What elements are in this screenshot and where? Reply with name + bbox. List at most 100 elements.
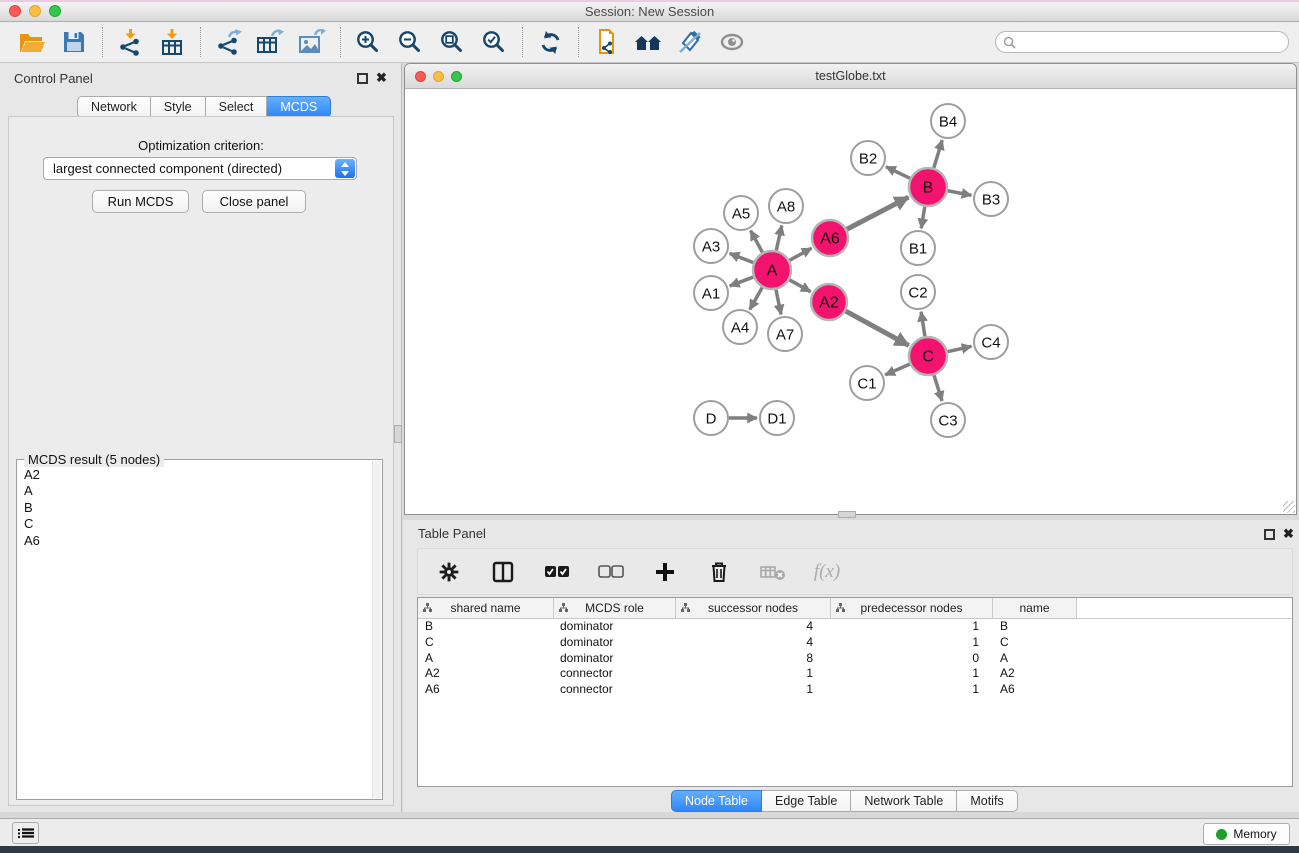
graph-edge-B-B2[interactable] bbox=[886, 167, 910, 179]
mcds-result-item[interactable]: A bbox=[18, 483, 372, 500]
graph-node-D1[interactable]: D1 bbox=[760, 401, 794, 435]
save-session-icon[interactable] bbox=[56, 25, 92, 59]
split-handle-vertical[interactable] bbox=[394, 425, 402, 443]
graph-edge-A2-C[interactable] bbox=[846, 311, 909, 345]
graph-node-B4[interactable]: B4 bbox=[931, 104, 965, 138]
table-cell[interactable]: B bbox=[993, 619, 1077, 635]
tab-mcds[interactable]: MCDS bbox=[267, 96, 331, 118]
graph-node-C2[interactable]: C2 bbox=[901, 275, 935, 309]
export-image-icon[interactable] bbox=[294, 25, 330, 59]
network-canvas[interactable]: AA1A2A3A4A5A6A7A8BB1B2B3B4CC1C2C3C4DD1 bbox=[405, 89, 1296, 514]
table-cell[interactable]: 1 bbox=[831, 635, 993, 651]
network-graph[interactable]: AA1A2A3A4A5A6A7A8BB1B2B3B4CC1C2C3C4DD1 bbox=[405, 89, 1296, 514]
zoom-selected-icon[interactable] bbox=[476, 25, 512, 59]
table-cell[interactable]: 0 bbox=[831, 651, 993, 667]
table-cell[interactable]: 1 bbox=[676, 682, 831, 698]
table-cell[interactable]: C bbox=[993, 635, 1077, 651]
mcds-result-item[interactable]: A6 bbox=[18, 532, 372, 549]
graph-node-A5[interactable]: A5 bbox=[724, 196, 758, 230]
zoom-fit-icon[interactable] bbox=[434, 25, 470, 59]
graph-edge-C-C1[interactable] bbox=[885, 364, 909, 375]
tab-style[interactable]: Style bbox=[151, 96, 206, 118]
tab-node-table[interactable]: Node Table bbox=[671, 790, 762, 812]
graph-node-C4[interactable]: C4 bbox=[974, 325, 1008, 359]
table-cell[interactable]: 1 bbox=[831, 619, 993, 635]
graph-node-D[interactable]: D bbox=[694, 401, 728, 435]
table-cell[interactable]: C bbox=[418, 635, 554, 651]
tab-select[interactable]: Select bbox=[206, 96, 268, 118]
graph-node-B1[interactable]: B1 bbox=[901, 231, 935, 265]
table-cell[interactable]: 4 bbox=[676, 619, 831, 635]
graph-node-A[interactable]: A bbox=[753, 251, 791, 289]
memory-button[interactable]: Memory bbox=[1203, 823, 1290, 845]
graph-edge-A-A4[interactable] bbox=[750, 287, 762, 309]
table-row[interactable]: Bdominator41B bbox=[418, 619, 1292, 635]
table-cell[interactable]: dominator bbox=[554, 651, 676, 667]
toggle-views-eye-icon[interactable] bbox=[714, 25, 750, 59]
criterion-dropdown[interactable]: largest connected component (directed) bbox=[43, 157, 357, 180]
graph-edge-B-B3[interactable] bbox=[948, 191, 972, 196]
result-scrollbar[interactable] bbox=[372, 461, 381, 798]
function-builder-icon[interactable]: f(x) bbox=[812, 557, 842, 587]
table-cell[interactable]: dominator bbox=[554, 635, 676, 651]
table-cell[interactable]: 4 bbox=[676, 635, 831, 651]
column-header-shared-name[interactable]: shared name bbox=[418, 598, 554, 618]
console-list-icon[interactable] bbox=[12, 822, 39, 844]
hide-annotations-pen-icon[interactable] bbox=[672, 25, 708, 59]
graph-node-C[interactable]: C bbox=[909, 337, 947, 375]
tab-edge-table[interactable]: Edge Table bbox=[762, 790, 851, 812]
export-table-icon[interactable] bbox=[252, 25, 288, 59]
graph-edge-A-A2[interactable] bbox=[789, 280, 810, 292]
deselect-all-columns-icon[interactable] bbox=[596, 557, 626, 587]
float-panel-icon[interactable] bbox=[357, 73, 368, 84]
graph-edge-A-A3[interactable] bbox=[730, 253, 754, 262]
export-network-icon[interactable] bbox=[210, 25, 246, 59]
mcds-result-item[interactable]: C bbox=[18, 516, 372, 533]
table-cell[interactable]: connector bbox=[554, 666, 676, 682]
search-input[interactable] bbox=[1020, 33, 1288, 51]
graph-node-A6[interactable]: A6 bbox=[812, 220, 848, 256]
run-mcds-button[interactable]: Run MCDS bbox=[92, 190, 189, 213]
delete-column-trash-icon[interactable] bbox=[704, 557, 734, 587]
zoom-in-icon[interactable] bbox=[350, 25, 386, 59]
float-table-panel-icon[interactable] bbox=[1264, 529, 1275, 540]
graph-edge-A6-B[interactable] bbox=[847, 197, 909, 229]
graph-node-C1[interactable]: C1 bbox=[850, 366, 884, 400]
resize-grip[interactable] bbox=[1283, 501, 1295, 513]
graph-node-B[interactable]: B bbox=[909, 168, 947, 206]
graph-edge-A-A5[interactable] bbox=[751, 231, 763, 253]
mcds-result-item[interactable]: B bbox=[18, 499, 372, 516]
column-header-name[interactable]: name bbox=[993, 598, 1077, 618]
graph-edge-B-B4[interactable] bbox=[934, 140, 942, 168]
zoom-out-icon[interactable] bbox=[392, 25, 428, 59]
tab-network[interactable]: Network bbox=[77, 96, 151, 118]
graph-node-A7[interactable]: A7 bbox=[768, 317, 802, 351]
table-cell[interactable]: dominator bbox=[554, 619, 676, 635]
column-header-successor-nodes[interactable]: successor nodes bbox=[676, 598, 831, 618]
table-cell[interactable]: A bbox=[418, 651, 554, 667]
table-cell[interactable]: connector bbox=[554, 682, 676, 698]
graph-edge-A-A8[interactable] bbox=[776, 226, 781, 251]
graph-edge-A-A1[interactable] bbox=[730, 277, 754, 286]
graph-node-B3[interactable]: B3 bbox=[974, 182, 1008, 216]
graph-edge-A-A6[interactable] bbox=[790, 248, 812, 260]
tab-motifs[interactable]: Motifs bbox=[957, 790, 1017, 812]
graph-node-A2[interactable]: A2 bbox=[811, 284, 847, 320]
search-field[interactable] bbox=[995, 31, 1289, 53]
column-header-predecessor-nodes[interactable]: predecessor nodes bbox=[831, 598, 993, 618]
table-row[interactable]: A2connector11A2 bbox=[418, 666, 1292, 682]
graph-node-A1[interactable]: A1 bbox=[694, 276, 728, 310]
table-row[interactable]: A6connector11A6 bbox=[418, 682, 1292, 698]
table-cell[interactable]: 1 bbox=[831, 682, 993, 698]
import-table-icon[interactable] bbox=[154, 25, 190, 59]
table-cell[interactable]: A2 bbox=[993, 666, 1077, 682]
show-all-houses-icon[interactable] bbox=[630, 25, 666, 59]
network-window-titlebar[interactable]: testGlobe.txt bbox=[405, 64, 1296, 89]
add-column-plus-icon[interactable] bbox=[650, 557, 680, 587]
mcds-result-item[interactable]: A2 bbox=[18, 466, 372, 483]
column-header-MCDS-role[interactable]: MCDS role bbox=[554, 598, 676, 618]
new-network-from-selection-icon[interactable] bbox=[588, 25, 624, 59]
graph-node-B2[interactable]: B2 bbox=[851, 141, 885, 175]
table-cell[interactable]: 8 bbox=[676, 651, 831, 667]
split-view-icon[interactable] bbox=[488, 557, 518, 587]
